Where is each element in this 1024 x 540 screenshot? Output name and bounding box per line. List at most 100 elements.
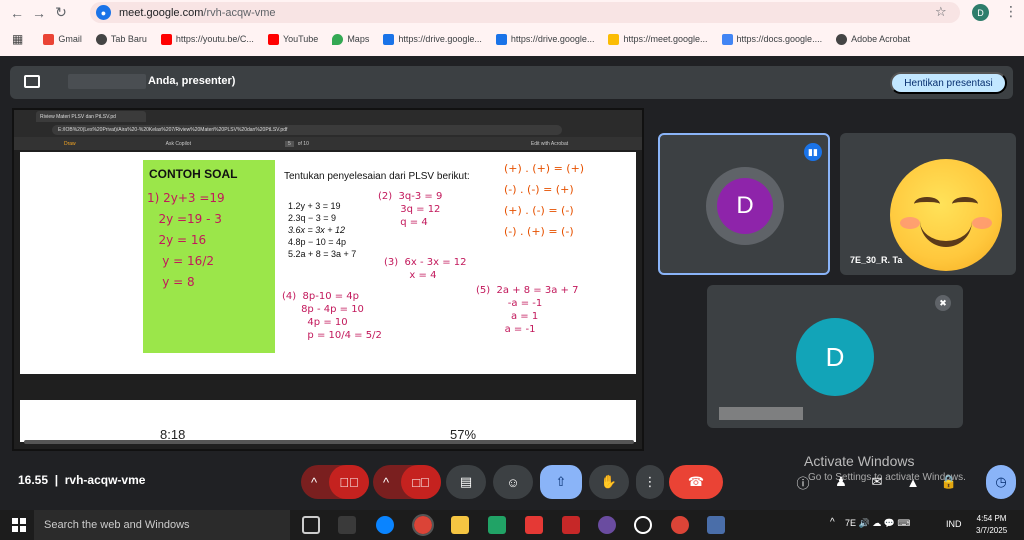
media-icon[interactable] xyxy=(634,516,652,534)
handwriting-5: (5) 2a + 8 = 3a + 7 -a = -1 a = 1 a = -1 xyxy=(476,285,579,335)
bookmarks-bar: ▦ Gmail Tab Baru https://youtu.be/C... Y… xyxy=(0,28,1024,50)
bookmark-item[interactable]: https://docs.google.... xyxy=(721,33,822,45)
emoji-cheek xyxy=(972,217,992,229)
system-clock[interactable]: 4:54 PM 3/7/2025 xyxy=(976,513,1007,537)
leave-call-button[interactable]: ☎ xyxy=(669,465,723,499)
bookmark-item[interactable]: Maps xyxy=(332,33,369,45)
app-icon[interactable] xyxy=(525,516,543,534)
task-item: 2.3q − 3 = 9 xyxy=(288,213,337,223)
docs-icon xyxy=(721,33,733,45)
pdf-page: CONTOH SOAL 1) 2y+3 =19 2y =19 - 3 2y = … xyxy=(20,152,636,374)
timer-icon[interactable]: ◷ xyxy=(986,465,1016,499)
browser-menu-icon[interactable]: ⋮ xyxy=(1004,3,1018,20)
meet-controls: 16.55 | rvh-acqw-vme ^ 🎤⃠ ^ □⃠ ▤ ☺ ⇧ ✋ ⋮… xyxy=(0,462,1024,502)
participant-tile[interactable]: ✖ D xyxy=(707,285,963,428)
handwriting-sign-rules: (+) . (+) = (+) (-) . (-) = (+) (+) . (-… xyxy=(504,162,585,238)
app-icon[interactable] xyxy=(598,516,616,534)
maps-icon xyxy=(332,33,344,45)
mic-off-button[interactable]: 🎤⃠ xyxy=(329,465,369,499)
globe-icon xyxy=(836,33,848,45)
shared-tab: Riview Materi PLSV dan PtLSV.pd xyxy=(36,111,146,122)
meeting-info: 16.55 | rvh-acqw-vme xyxy=(18,473,146,487)
chat-icon[interactable]: ✉ xyxy=(864,465,890,499)
bookmark-item[interactable]: https://drive.google... xyxy=(383,33,482,45)
host-controls-icon[interactable]: 🔒 xyxy=(936,465,962,499)
participant-tile[interactable]: ▮▮ D xyxy=(658,133,830,275)
bookmark-star-icon[interactable]: ☆ xyxy=(935,4,947,20)
edge-icon[interactable] xyxy=(376,516,394,534)
url-text: meet.google.com/rvh-acqw-vme xyxy=(119,6,276,19)
captions-button[interactable]: ▤ xyxy=(446,465,486,499)
bookmark-item[interactable]: Gmail xyxy=(43,33,82,45)
chrome-icon[interactable] xyxy=(412,514,434,536)
presenting-bar: Anda, presenter) Hentikan presentasi xyxy=(10,66,1013,99)
app-icon[interactable] xyxy=(562,516,580,534)
windows-taskbar: Search the web and Windows ^ 7E 🔊 ☁ 💬 ⌨ … xyxy=(0,510,1024,540)
pdf-toolbar: Draw Ask Copilot 5 of 10 Edit with Acrob… xyxy=(14,137,642,150)
bookmark-item[interactable]: YouTube xyxy=(267,33,318,45)
emoji-eye xyxy=(914,197,940,211)
horizontal-scrollbar[interactable] xyxy=(24,440,634,444)
pdf-copilot-label: Ask Copilot xyxy=(165,140,191,147)
participant-name: 7E_30_R. Ta xyxy=(850,255,903,265)
windows-start-icon[interactable] xyxy=(12,518,26,532)
site-info-icon[interactable]: ● xyxy=(96,5,111,20)
tray-icons[interactable]: 7E 🔊 ☁ 💬 ⌨ xyxy=(845,518,910,529)
people-icon[interactable]: ♟ xyxy=(828,465,854,499)
activities-icon[interactable]: ▲ xyxy=(900,465,926,499)
apps-grid-icon[interactable]: ▦ xyxy=(12,32,23,46)
gmail-icon xyxy=(43,33,55,45)
bookmark-item[interactable]: https://youtu.be/C... xyxy=(160,33,254,45)
file-explorer-icon[interactable] xyxy=(451,516,469,534)
present-button[interactable]: ⇧ xyxy=(540,465,582,499)
handwriting-3: (3) 6x - 3x = 12 x = 4 xyxy=(384,257,467,281)
meet-stage: Anda, presenter) Hentikan presentasi Riv… xyxy=(0,56,1024,512)
stop-presenting-button[interactable]: Hentikan presentasi xyxy=(890,72,1007,94)
bookmark-item[interactable]: https://drive.google... xyxy=(495,33,594,45)
task-view-icon[interactable] xyxy=(302,516,320,534)
address-row: ← → ↻ ● meet.google.com/rvh-acqw-vme ☆ D… xyxy=(0,0,1024,25)
back-icon[interactable]: ← xyxy=(6,2,28,24)
reload-icon[interactable]: ↻ xyxy=(50,2,72,24)
example-card: CONTOH SOAL 1) 2y+3 =19 2y =19 - 3 2y = … xyxy=(143,160,275,353)
emoji-reaction-button[interactable]: ☺ xyxy=(493,465,533,499)
language-indicator[interactable]: IND xyxy=(946,519,962,529)
raise-hand-button[interactable]: ✋ xyxy=(589,465,629,499)
info-icon[interactable]: ⓘ xyxy=(790,465,816,499)
speaking-icon: ▮▮ xyxy=(804,143,822,161)
globe-icon xyxy=(95,33,107,45)
presenter-label: Anda, presenter) xyxy=(148,75,236,87)
pdf-edit-label: Edit with Acrobat xyxy=(530,140,569,147)
task-item: 3.6x = 3x + 12 xyxy=(288,225,346,235)
emoji-cheek xyxy=(900,217,920,229)
youtube-icon xyxy=(160,33,172,45)
shared-screen: Riview Materi PLSV dan PtLSV.pd E:/IOB%2… xyxy=(12,108,644,451)
bookmark-item[interactable]: Adobe Acrobat xyxy=(836,33,910,45)
avatar: D xyxy=(717,178,773,234)
handwriting-example: 1) 2y+3 =19 2y =19 - 3 2y = 16 y = 16/2 … xyxy=(147,191,225,289)
more-options-button[interactable]: ⋮ xyxy=(636,465,664,499)
address-bar[interactable]: ● meet.google.com/rvh-acqw-vme xyxy=(90,2,960,23)
forward-icon[interactable]: → xyxy=(28,2,50,24)
store-icon[interactable] xyxy=(338,516,356,534)
taskbar-search[interactable]: Search the web and Windows xyxy=(34,510,290,540)
profile-avatar[interactable]: D xyxy=(972,4,989,21)
excel-icon[interactable] xyxy=(488,516,506,534)
drive-icon xyxy=(495,33,507,45)
bookmark-item[interactable]: https://meet.google... xyxy=(608,33,708,45)
bookmark-item[interactable]: Tab Baru xyxy=(95,33,147,45)
pdf-page-number: 5 xyxy=(284,140,294,147)
youtube-icon xyxy=(267,33,279,45)
task-item: 5.2a + 8 = 3a + 7 xyxy=(288,249,357,259)
pdf-page-total: of 10 xyxy=(297,140,309,147)
smiling-emoji-icon xyxy=(890,159,1002,271)
app-icon[interactable] xyxy=(707,516,725,534)
camera-off-button[interactable]: □⃠ xyxy=(401,465,441,499)
task-item: 1.2y + 3 = 19 xyxy=(288,201,341,211)
emoji-eye xyxy=(952,197,978,211)
tray-up-icon[interactable]: ^ xyxy=(830,517,835,528)
shared-url: E:/IOB%20(Les%20Privat)/Aira%20-%20Kelas… xyxy=(52,125,562,135)
drive-icon xyxy=(383,33,395,45)
meet-icon xyxy=(608,33,620,45)
chrome-icon[interactable] xyxy=(671,516,689,534)
